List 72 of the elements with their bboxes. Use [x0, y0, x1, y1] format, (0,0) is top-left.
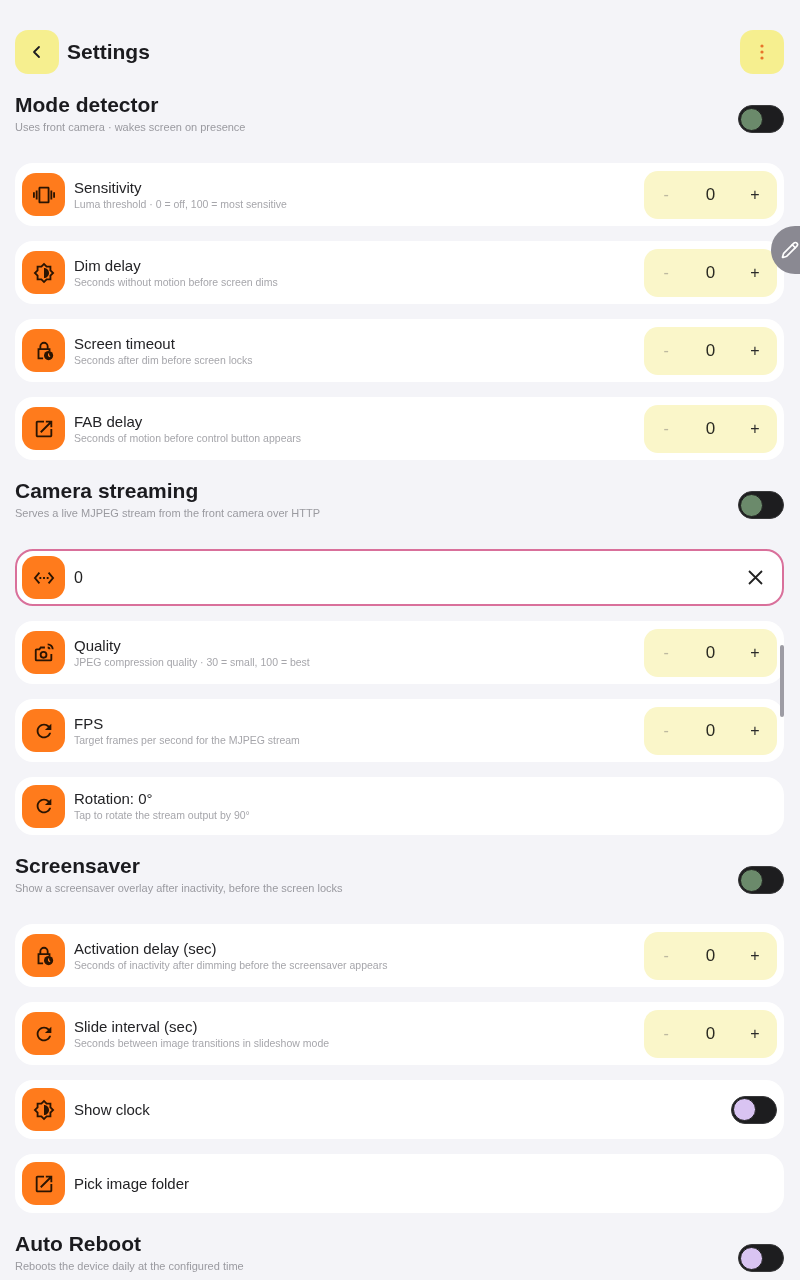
stepper-value: 0 — [705, 418, 716, 439]
section-title: Camera streaming — [15, 479, 200, 503]
toggle-switch[interactable] — [731, 1095, 777, 1124]
stepper-value: 0 — [705, 262, 716, 283]
setting-title: Activation delay (sec) — [74, 939, 218, 958]
setting-description: Tap to rotate the stream output by 90° — [74, 809, 251, 822]
section-title: Screensaver — [15, 854, 141, 878]
code-icon — [22, 556, 65, 599]
edit-button[interactable] — [771, 226, 800, 274]
setting-title: Rotation: 0° — [74, 790, 154, 808]
setting-card[interactable]: Rotation: 0° Tap to rotate the stream output by 90° — [15, 777, 784, 835]
setting-description: Target frames per second for the MJPEG stream — [74, 733, 301, 747]
section-description: Uses front camera · wakes screen on presence — [15, 120, 247, 134]
clear-button[interactable] — [747, 569, 763, 586]
pencil-icon — [781, 241, 799, 259]
refresh-icon — [22, 709, 65, 752]
stepper-value: 0 — [705, 945, 716, 966]
close-icon — [747, 570, 763, 585]
increment-button[interactable]: + — [744, 1022, 766, 1045]
setting-title: FPS — [74, 714, 105, 733]
setting-description: Seconds of motion before control button appears — [74, 431, 303, 445]
vibration-icon — [22, 173, 65, 216]
stepper-value: 0 — [705, 1023, 716, 1044]
section-title: Mode detector — [15, 93, 160, 117]
setting-description: JPEG compression quality · 30 = small, 100 = best — [74, 655, 311, 669]
increment-button[interactable]: + — [744, 944, 766, 967]
brightness-icon — [22, 1088, 65, 1131]
toggle-switch[interactable] — [738, 491, 784, 519]
setting-title: Dim delay — [74, 256, 142, 275]
stepper-value: 0 — [705, 642, 716, 663]
increment-button[interactable]: + — [744, 719, 766, 742]
section-description: Reboots the device daily at the configured time — [15, 1259, 245, 1273]
section-description: Serves a live MJPEG stream from the front camera over HTTP — [15, 506, 322, 520]
text-field[interactable]: 0 — [15, 549, 784, 606]
increment-button[interactable]: + — [744, 183, 766, 206]
refresh-icon — [22, 1012, 65, 1055]
lock-clock-icon — [22, 329, 65, 372]
external-link-icon — [22, 407, 65, 450]
stepper-value: 0 — [705, 720, 716, 741]
text-input[interactable]: 0 — [74, 565, 738, 590]
setting-title: Sensitivity — [74, 178, 143, 197]
increment-button[interactable]: + — [744, 261, 766, 284]
setting-title: Pick image folder — [74, 1174, 191, 1193]
external-link-icon — [22, 1162, 65, 1205]
stepper-value: 0 — [705, 340, 716, 361]
vertical-dots-icon — [760, 44, 764, 60]
scrollbar — [780, 645, 784, 717]
setting-title: Show clock — [74, 1100, 151, 1119]
increment-button[interactable]: + — [744, 417, 766, 440]
setting-title: Quality — [74, 636, 122, 655]
setting-description: Seconds after dim before screen locks — [74, 353, 254, 367]
increment-button[interactable]: + — [744, 641, 766, 664]
setting-title: Slide interval (sec) — [74, 1017, 199, 1036]
refresh-icon — [22, 784, 65, 828]
increment-button[interactable]: + — [744, 339, 766, 362]
section-title: Auto Reboot — [15, 1232, 142, 1256]
camera-icon — [22, 631, 65, 674]
setting-description: Luma threshold · 0 = off, 100 = most sensitive — [74, 197, 288, 211]
brightness-icon — [22, 251, 65, 294]
toggle-switch[interactable] — [738, 866, 784, 894]
toggle-switch[interactable] — [738, 105, 784, 133]
setting-description: Seconds of inactivity after dimming before the screensaver appears — [74, 958, 389, 972]
stepper-value: 0 — [705, 184, 716, 205]
setting-card[interactable]: Pick image folder — [15, 1154, 784, 1213]
setting-description: Seconds between image transitions in slideshow mode — [74, 1036, 331, 1050]
section-description: Show a screensaver overlay after inactivity, before the screen locks — [15, 881, 344, 895]
page-title: Settings — [67, 40, 150, 64]
setting-description: Seconds without motion before screen dims — [74, 275, 279, 289]
toggle-switch[interactable] — [738, 1244, 784, 1272]
setting-title: Screen timeout — [74, 334, 176, 353]
lock-clock-icon — [22, 934, 65, 977]
setting-title: FAB delay — [74, 412, 144, 431]
